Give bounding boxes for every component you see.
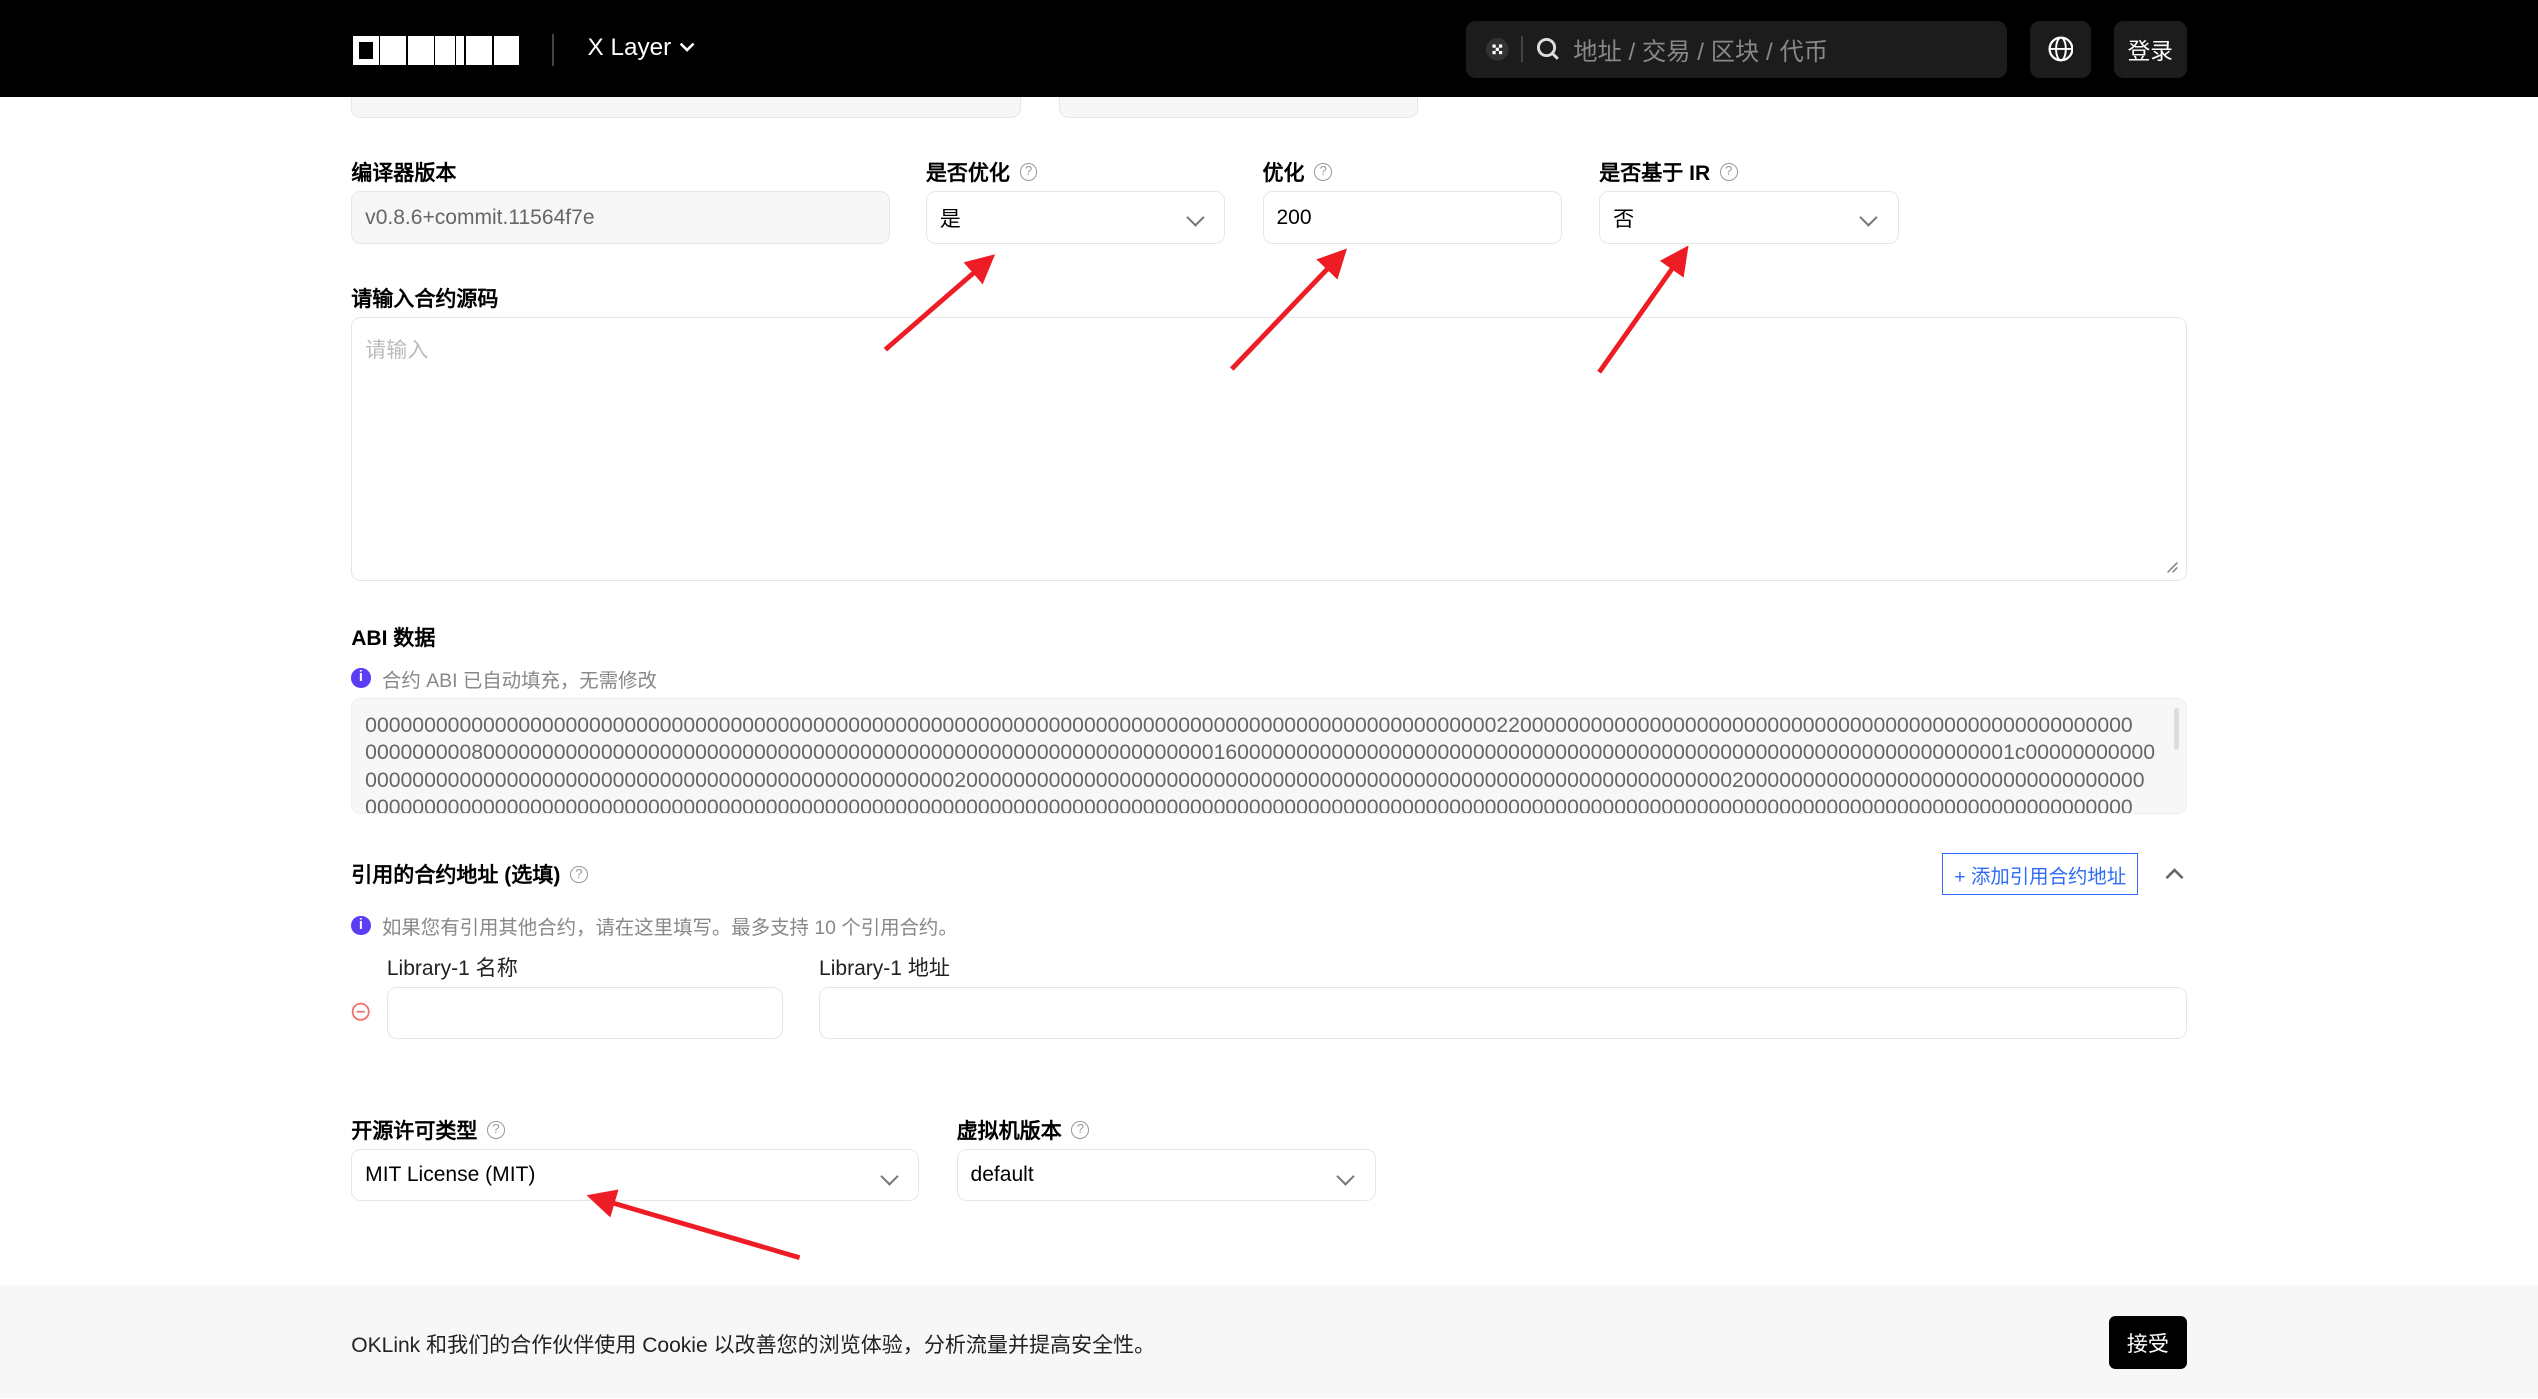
compiler-version-label: 编译器版本 <box>351 157 456 187</box>
info-icon: i <box>351 668 371 688</box>
info-icon: i <box>351 916 371 936</box>
abi-label: ABI 数据 <box>351 626 436 650</box>
chevron-down-icon <box>880 1166 899 1186</box>
cookie-text: OKLink 和我们的合作伙伴使用 Cookie 以改善您的浏览体验，分析流量并… <box>351 1333 1156 1357</box>
select-value: default <box>970 1163 1034 1187</box>
optimization-enabled-label: 是否优化? <box>926 157 1038 187</box>
source-code-placeholder: 请输入 <box>365 339 429 363</box>
scan-icon[interactable] <box>1485 38 1509 61</box>
oklink-logo[interactable] <box>352 35 520 65</box>
chevron-down-icon <box>1859 208 1878 228</box>
chevron-down-icon <box>1185 208 1205 228</box>
help-icon[interactable]: ? <box>1019 163 1038 181</box>
optimization-enabled-select[interactable]: 是 <box>925 190 1226 245</box>
abi-info: i 合约 ABI 已自动填充，无需修改 <box>351 664 657 693</box>
remove-library-icon[interactable] <box>351 1002 370 1021</box>
abi-line: 0000000008000000000000000000000000000000… <box>365 741 2156 765</box>
library-name-label: Library-1 名称 <box>386 956 518 980</box>
license-label: 开源许可类型? <box>351 1115 505 1145</box>
source-code-label: 请输入合约源码 <box>351 288 499 312</box>
evm-version-label: 虚拟机版本? <box>957 1115 1090 1145</box>
search-icon <box>1536 38 1559 61</box>
library-address-label: Library-1 地址 <box>819 956 950 980</box>
help-icon[interactable]: ? <box>570 865 588 884</box>
abi-line: 0000000000000000000000000000000000000000… <box>365 768 2145 792</box>
search-input[interactable]: 地址 / 交易 / 区块 / 代币 <box>1466 21 2008 78</box>
search-placeholder: 地址 / 交易 / 区块 / 代币 <box>1573 38 1829 66</box>
libraries-info-text: 如果您有引用其他合约，请在这里填写。最多支持 10 个引用合约。 <box>381 917 958 940</box>
abi-line: 0000000000000000000000000000000000000000… <box>365 713 2133 737</box>
label-text: 是否优化 <box>925 162 1010 185</box>
abi-textarea[interactable]: 0000000000000000000000000000000000000000… <box>351 697 2187 815</box>
header-divider <box>551 33 554 67</box>
abi-scrollbar[interactable] <box>2174 708 2180 751</box>
optimization-runs-input[interactable]: 200 <box>1262 190 1562 245</box>
select-value: 否 <box>1613 207 1635 231</box>
via-ir-select[interactable]: 否 <box>1599 190 1899 245</box>
abi-line: 0000000000000000000000000000000000000000… <box>365 796 2133 815</box>
help-icon[interactable]: ? <box>487 1121 505 1140</box>
library-name-input[interactable] <box>386 987 784 1040</box>
label-text: 引用的合约地址 (选填) <box>351 864 561 888</box>
label-text: 开源许可类型 <box>351 1120 478 1144</box>
label-text: 优化 <box>1262 162 1305 185</box>
source-code-textarea[interactable]: 请输入 <box>351 317 2187 582</box>
select-value: 是 <box>939 207 961 231</box>
top-header: X Layer 地址 / 交易 / 区块 / 代币 登录 <box>0 0 2538 98</box>
add-library-button[interactable]: + 添加引用合约地址 <box>1942 853 2139 896</box>
label-text: 编译器版本 <box>351 162 457 185</box>
chevron-up-icon[interactable] <box>2164 866 2185 881</box>
help-icon[interactable]: ? <box>1314 163 1333 181</box>
optimization-runs-label: 优化? <box>1263 157 1333 187</box>
search-divider <box>1521 36 1524 63</box>
globe-icon <box>2048 36 2073 62</box>
help-icon[interactable]: ? <box>1071 1121 1090 1140</box>
via-ir-label: 是否基于 IR? <box>1599 157 1738 187</box>
language-button[interactable] <box>2029 21 2092 78</box>
evm-version-select[interactable]: default <box>956 1149 1376 1201</box>
help-icon[interactable]: ? <box>1719 163 1738 181</box>
resize-handle-icon[interactable] <box>2166 561 2179 574</box>
chain-selector[interactable]: X Layer <box>588 34 696 62</box>
chevron-down-icon <box>1336 1166 1355 1186</box>
arrow-license <box>586 1189 801 1260</box>
label-text: 是否基于 IR <box>1599 162 1711 185</box>
chevron-down-icon <box>679 43 695 53</box>
abi-info-text: 合约 ABI 已自动填充，无需修改 <box>381 669 657 692</box>
license-select[interactable]: MIT License (MIT) <box>351 1149 920 1201</box>
cookie-banner: OKLink 和我们的合作伙伴使用 Cookie 以改善您的浏览体验，分析流量并… <box>0 1285 2538 1399</box>
libraries-info: i 如果您有引用其他合约，请在这里填写。最多支持 10 个引用合约。 <box>351 911 958 940</box>
label-text: 虚拟机版本 <box>956 1120 1062 1144</box>
libraries-label: 引用的合约地址 (选填)? <box>351 859 588 889</box>
library-address-input[interactable] <box>819 987 2187 1040</box>
login-button[interactable]: 登录 <box>2113 21 2187 78</box>
select-value: MIT License (MIT) <box>365 1163 536 1187</box>
compiler-version-field: v0.8.6+commit.11564f7e <box>351 190 891 245</box>
chain-name: X Layer <box>587 33 672 61</box>
accept-cookie-button[interactable]: 接受 <box>2109 1315 2187 1370</box>
